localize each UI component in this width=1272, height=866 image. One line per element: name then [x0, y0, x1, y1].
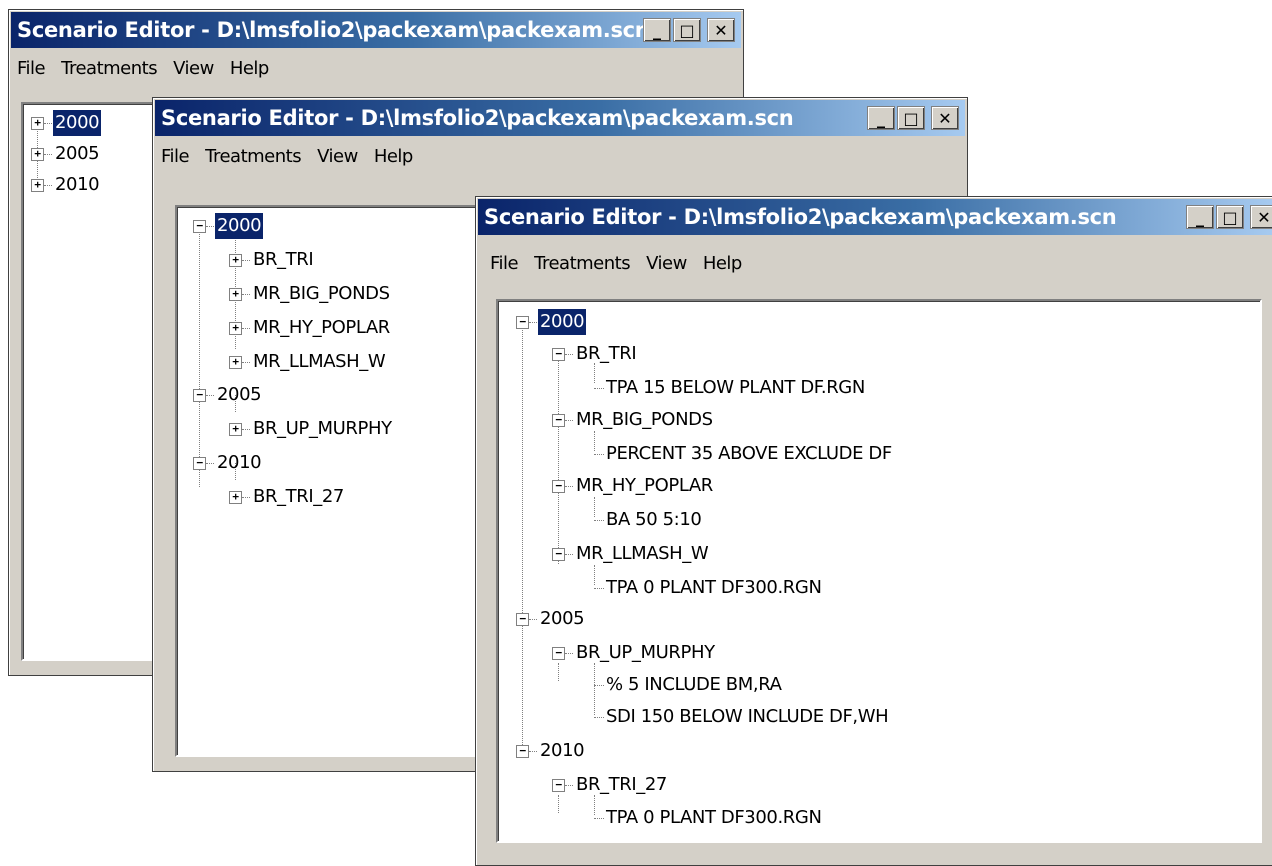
menu-file[interactable]: File	[157, 142, 201, 172]
tree-label[interactable]: 2005	[538, 606, 586, 632]
window-title: Scenario Editor - D:\lmsfolio2\packexam\…	[17, 18, 650, 42]
tree-label[interactable]: 2010	[538, 738, 586, 764]
title-bar[interactable]: Scenario Editor - D:\lmsfolio2\packexam\…	[11, 12, 741, 48]
expand-icon[interactable]: +	[229, 322, 242, 335]
tree-label[interactable]: MR_LLMASH_W	[574, 541, 710, 567]
collapse-icon[interactable]: −	[552, 548, 565, 561]
collapse-icon[interactable]: −	[552, 480, 565, 493]
expand-icon[interactable]: +	[229, 423, 242, 436]
tree-label[interactable]: TPA 0 PLANT DF300.RGN	[604, 575, 824, 601]
menu-bar: File Treatments View Help	[13, 54, 281, 84]
tree-label[interactable]: 2000	[215, 213, 264, 239]
maximize-button[interactable]: □	[1216, 205, 1244, 229]
tree-label[interactable]: TPA 15 BELOW PLANT DF.RGN	[604, 375, 867, 401]
tree-label[interactable]: 2010	[53, 172, 101, 198]
close-button[interactable]: ✕	[1250, 205, 1272, 229]
expand-icon[interactable]: +	[229, 356, 242, 369]
tree-label[interactable]: TPA 0 PLANT DF300.RGN	[604, 805, 824, 831]
maximize-button[interactable]: □	[897, 106, 925, 130]
collapse-icon[interactable]: −	[516, 316, 529, 329]
collapse-icon[interactable]: −	[552, 779, 565, 792]
title-bar[interactable]: Scenario Editor - D:\lmsfolio2\packexam\…	[155, 100, 965, 136]
collapse-icon[interactable]: −	[552, 348, 565, 361]
menu-help[interactable]: Help	[226, 54, 281, 84]
collapse-icon[interactable]: −	[516, 745, 529, 758]
tree-label[interactable]: MR_HY_POPLAR	[251, 315, 392, 341]
menu-file[interactable]: File	[486, 249, 530, 279]
menu-view[interactable]: View	[169, 54, 226, 84]
expand-icon[interactable]: +	[229, 491, 242, 504]
tree-label[interactable]: 2010	[215, 450, 263, 476]
tree-label[interactable]: 2000	[538, 309, 587, 335]
window-title: Scenario Editor - D:\lmsfolio2\packexam\…	[484, 205, 1117, 229]
tree-label[interactable]: % 5 INCLUDE BM,RA	[604, 672, 784, 698]
close-button[interactable]: ✕	[707, 18, 735, 42]
menu-help[interactable]: Help	[699, 249, 754, 279]
title-bar[interactable]: Scenario Editor - D:\lmsfolio2\packexam\…	[478, 199, 1272, 235]
expand-icon[interactable]: +	[229, 254, 242, 267]
minimize-button[interactable]: _	[1186, 205, 1214, 229]
collapse-icon[interactable]: −	[193, 220, 206, 233]
menu-bar: File Treatments View Help	[157, 142, 425, 172]
expand-icon[interactable]: +	[31, 179, 44, 192]
tree-label[interactable]: BA 50 5:10	[604, 507, 703, 533]
collapse-icon[interactable]: −	[193, 457, 206, 470]
window-title: Scenario Editor - D:\lmsfolio2\packexam\…	[161, 106, 794, 130]
menu-view[interactable]: View	[642, 249, 699, 279]
tree-label[interactable]: MR_HY_POPLAR	[574, 473, 715, 499]
close-button[interactable]: ✕	[931, 106, 959, 130]
expand-icon[interactable]: +	[31, 117, 44, 130]
maximize-button[interactable]: □	[673, 18, 701, 42]
menu-treatments[interactable]: Treatments	[57, 54, 169, 84]
minimize-button[interactable]: _	[867, 106, 895, 130]
tree-label[interactable]: MR_LLMASH_W	[251, 349, 387, 375]
menu-treatments[interactable]: Treatments	[530, 249, 642, 279]
collapse-icon[interactable]: −	[193, 389, 206, 402]
tree-label[interactable]: BR_TRI_27	[251, 484, 346, 510]
tree-label[interactable]: BR_TRI	[574, 341, 638, 367]
tree-label[interactable]: 2005	[215, 382, 263, 408]
menu-treatments[interactable]: Treatments	[201, 142, 313, 172]
menu-bar: File Treatments View Help	[486, 249, 754, 279]
tree-label[interactable]: 2000	[53, 110, 102, 136]
expand-icon[interactable]: +	[31, 148, 44, 161]
menu-view[interactable]: View	[313, 142, 370, 172]
collapse-icon[interactable]: −	[552, 647, 565, 660]
tree-label[interactable]: PERCENT 35 ABOVE EXCLUDE DF	[604, 441, 894, 467]
tree-label[interactable]: SDI 150 BELOW INCLUDE DF,WH	[604, 704, 890, 730]
scenario-tree[interactable]: − 2000 − BR_TRI TPA 15 BELOW PLANT DF.RG…	[496, 299, 1262, 843]
collapse-icon[interactable]: −	[552, 414, 565, 427]
tree-label[interactable]: BR_TRI_27	[574, 772, 669, 798]
tree-label[interactable]: BR_UP_MURPHY	[251, 416, 394, 442]
tree-label[interactable]: MR_BIG_PONDS	[574, 407, 715, 433]
tree-label[interactable]: MR_BIG_PONDS	[251, 281, 392, 307]
tree-label[interactable]: 2005	[53, 141, 101, 167]
menu-help[interactable]: Help	[370, 142, 425, 172]
tree-label[interactable]: BR_TRI	[251, 247, 315, 273]
tree-label[interactable]: BR_UP_MURPHY	[574, 640, 717, 666]
minimize-button[interactable]: _	[643, 18, 671, 42]
scenario-editor-window-3: Scenario Editor - D:\lmsfolio2\packexam\…	[475, 196, 1272, 866]
menu-file[interactable]: File	[13, 54, 57, 84]
expand-icon[interactable]: +	[229, 288, 242, 301]
collapse-icon[interactable]: −	[516, 613, 529, 626]
